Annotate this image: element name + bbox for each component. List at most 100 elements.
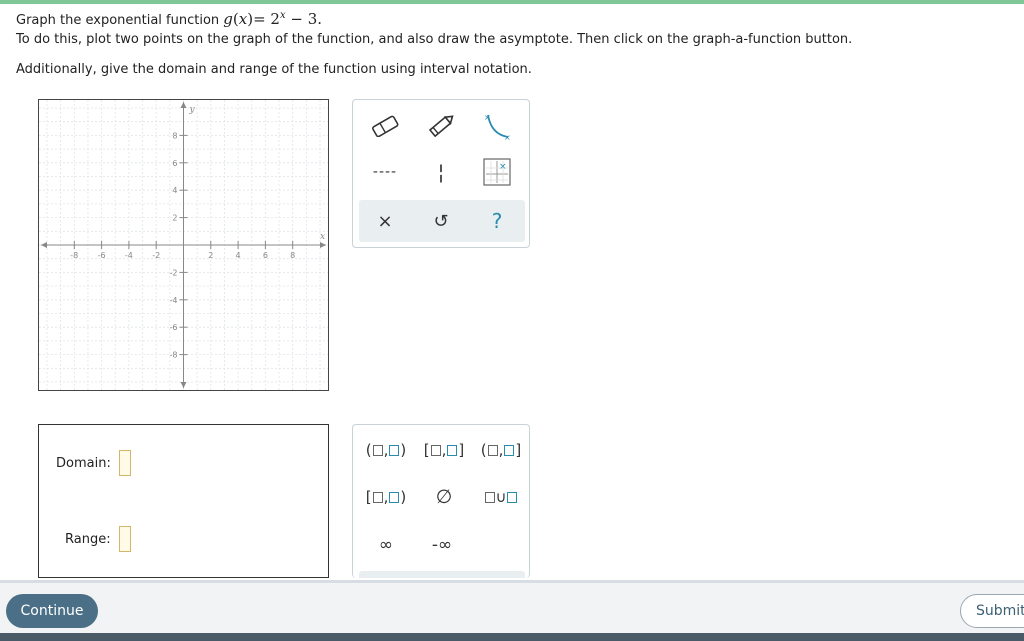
x-axis-label: x bbox=[320, 232, 325, 242]
footer-bar: Continue Submit bbox=[0, 580, 1024, 641]
function-tail: − 3. bbox=[285, 10, 323, 28]
union-icon: ∪ bbox=[495, 488, 507, 506]
y-tick-label: 4 bbox=[172, 186, 177, 195]
question-line-3: Additionally, give the domain and range … bbox=[16, 62, 532, 77]
help-button[interactable]: ? bbox=[477, 203, 517, 239]
function-base: = 2 bbox=[253, 10, 280, 28]
dashed-line-button[interactable]: ---- bbox=[365, 154, 405, 190]
y-axis-arrow-down bbox=[180, 382, 187, 388]
submit-button[interactable]: Submit bbox=[960, 594, 1024, 628]
x-tick-label: -2 bbox=[152, 251, 160, 260]
bottom-status-bar bbox=[0, 633, 1024, 641]
key-left-paren: ( bbox=[480, 441, 487, 459]
domain-input[interactable] bbox=[119, 450, 131, 476]
placeholder-box bbox=[389, 444, 400, 456]
svg-text:×: × bbox=[484, 113, 491, 122]
placeholder-box bbox=[504, 444, 515, 456]
function-variable: x bbox=[238, 10, 248, 28]
svg-text:×: × bbox=[499, 162, 507, 172]
union-key[interactable]: ∪ bbox=[476, 483, 526, 511]
placeholder-box bbox=[507, 491, 518, 503]
question-line-2: To do this, plot two points on the graph… bbox=[16, 32, 853, 47]
pencil-icon bbox=[428, 115, 454, 138]
help-icon: ? bbox=[491, 209, 503, 233]
graph-function-button[interactable]: × bbox=[477, 154, 517, 190]
vertical-dashed-line-icon: ¦ bbox=[437, 160, 445, 184]
dashed-line-icon: ---- bbox=[372, 164, 398, 180]
x-tick-label: 2 bbox=[208, 251, 213, 260]
eraser-button[interactable] bbox=[365, 108, 405, 144]
closed-closed-interval-key[interactable]: [,] bbox=[419, 436, 469, 464]
key-left-bracket: [ bbox=[365, 488, 372, 506]
pencil-button[interactable] bbox=[421, 108, 461, 144]
key-comma: , bbox=[383, 441, 389, 459]
placeholder-box bbox=[372, 491, 383, 503]
domain-range-panel: Domain: Range: bbox=[38, 424, 329, 578]
key-left-bracket: [ bbox=[423, 441, 430, 459]
key-right-bracket: ] bbox=[515, 441, 522, 459]
vertical-asymptote-button[interactable]: ¦ bbox=[421, 154, 461, 190]
y-tick-label: 8 bbox=[172, 131, 177, 140]
key-comma: , bbox=[441, 441, 447, 459]
question-line-1: Graph the exponential function g(x)= 2x … bbox=[16, 10, 322, 28]
closed-open-interval-key[interactable]: [,) bbox=[361, 483, 411, 511]
continue-button[interactable]: Continue bbox=[6, 594, 98, 628]
x-tick-label: -6 bbox=[98, 251, 106, 260]
keypad-actions-bar bbox=[359, 571, 525, 578]
empty-set-key[interactable]: ∅ bbox=[419, 483, 469, 511]
key-left-paren: ( bbox=[365, 441, 372, 459]
empty-set-icon: ∅ bbox=[435, 486, 453, 508]
placeholder-box bbox=[430, 444, 441, 456]
y-tick-label: 2 bbox=[172, 214, 177, 223]
placeholder-box bbox=[372, 444, 383, 456]
negative-infinity-key[interactable]: -∞ bbox=[415, 531, 469, 559]
function-expression: g(x)= 2x − 3. bbox=[223, 10, 323, 28]
y-tick-label: -4 bbox=[170, 296, 178, 305]
y-tick-label: -2 bbox=[170, 268, 178, 277]
placeholder-box bbox=[484, 491, 495, 503]
x-axis-arrow-left bbox=[41, 242, 47, 248]
y-tick-label: 6 bbox=[172, 159, 177, 168]
x-tick-label: 6 bbox=[263, 251, 268, 260]
x-tick-label: 4 bbox=[236, 251, 241, 260]
domain-label: Domain: bbox=[56, 456, 111, 471]
y-axis-label: y bbox=[189, 105, 196, 115]
placeholder-box bbox=[487, 444, 498, 456]
function-name: g bbox=[223, 10, 233, 28]
question-prefix: Graph the exponential function bbox=[16, 13, 224, 28]
graph-area[interactable]: -8 -6 -4 -2 2 4 6 8 8 6 4 2 -2 -4 -6 -8 x y bbox=[38, 99, 329, 391]
y-tick-label: -8 bbox=[170, 351, 178, 360]
placeholder-box bbox=[447, 444, 458, 456]
close-icon: × bbox=[377, 210, 393, 232]
curve-tool-button[interactable]: × × bbox=[477, 108, 517, 144]
placeholder-box bbox=[389, 491, 400, 503]
x-tick-label: 8 bbox=[290, 251, 295, 260]
x-axis-arrow-right bbox=[320, 242, 326, 248]
x-tick-label: -4 bbox=[125, 251, 133, 260]
key-right-bracket: ] bbox=[458, 441, 465, 459]
y-tick-label: -6 bbox=[170, 323, 178, 332]
graph-function-icon: × bbox=[483, 158, 511, 186]
graph-toolbar-actions: × ↺ ? bbox=[359, 200, 525, 242]
infinity-key[interactable]: ∞ bbox=[361, 531, 411, 559]
x-tick-label: -8 bbox=[70, 251, 78, 260]
eraser-icon bbox=[372, 115, 399, 137]
key-right-paren: ) bbox=[400, 441, 407, 459]
key-right-paren: ) bbox=[400, 488, 407, 506]
interval-keypad: (,) [,] (,] [,) ∅ ∪ ∞ -∞ bbox=[352, 424, 530, 578]
open-open-interval-key[interactable]: (,) bbox=[361, 436, 411, 464]
range-input[interactable] bbox=[119, 526, 131, 552]
clear-button[interactable]: × bbox=[365, 203, 405, 239]
undo-icon: ↺ bbox=[433, 210, 449, 232]
top-accent-bar bbox=[0, 0, 1024, 4]
key-comma: , bbox=[383, 488, 389, 506]
key-comma: , bbox=[498, 441, 504, 459]
svg-text:×: × bbox=[504, 133, 511, 141]
negative-infinity-icon: -∞ bbox=[431, 535, 453, 555]
range-label: Range: bbox=[65, 532, 111, 547]
curve-tool-icon: × × bbox=[484, 113, 511, 141]
coordinate-plane[interactable]: -8 -6 -4 -2 2 4 6 8 8 6 4 2 -2 -4 -6 -8 x y bbox=[39, 100, 328, 390]
open-closed-interval-key[interactable]: (,] bbox=[476, 436, 526, 464]
undo-button[interactable]: ↺ bbox=[421, 203, 461, 239]
graph-toolbar: × × ---- ¦ × × ↺ ? bbox=[352, 99, 530, 248]
